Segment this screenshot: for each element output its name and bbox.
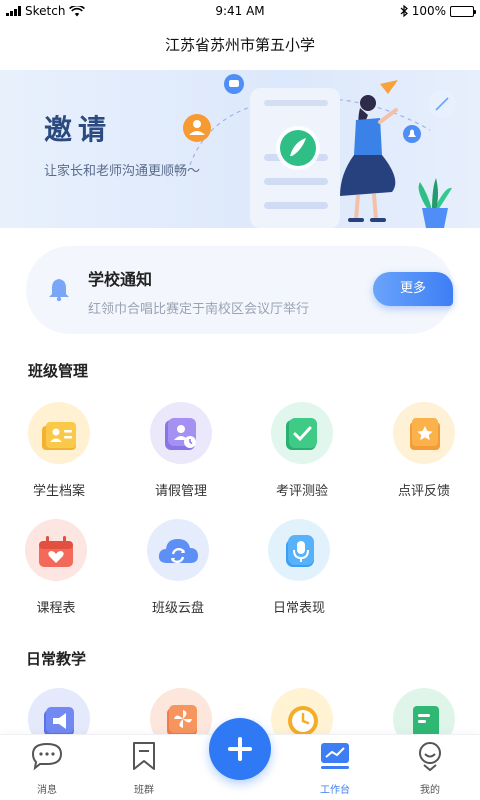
feedback-star-icon xyxy=(393,402,455,464)
grid-label: 学生档案 xyxy=(32,484,85,499)
tab-label: 工作台 xyxy=(320,785,350,796)
bluetooth-icon xyxy=(400,5,408,17)
grid-item-student-file[interactable]: 学生档案 xyxy=(9,402,109,499)
tab-class-group[interactable]: 班群 xyxy=(114,741,174,796)
grid-item-feedback[interactable]: 点评反馈 xyxy=(374,402,474,499)
grid-item-exam[interactable]: 考评测验 xyxy=(252,402,352,499)
battery-icon xyxy=(450,5,476,17)
status-bar: Sketch 9:41 AM 100% xyxy=(0,0,480,22)
battery-percent: 100% xyxy=(411,4,446,18)
school-notice-card[interactable]: 学校通知 红领巾合唱比赛定于南校区会议厅举行 更多 xyxy=(26,246,454,334)
invite-banner[interactable]: 邀请 让家长和老师沟通更顺畅～ xyxy=(0,70,480,228)
exam-icon xyxy=(271,402,333,464)
grid-label: 请假管理 xyxy=(154,484,207,499)
bell-icon xyxy=(49,279,69,302)
leave-management-icon xyxy=(150,402,212,464)
grid-label: 班级云盘 xyxy=(151,601,204,616)
notice-title: 学校通知 xyxy=(88,270,153,289)
microphone-icon xyxy=(268,519,330,581)
notice-text: 红领巾合唱比赛定于南校区会议厅举行 xyxy=(88,302,310,317)
bookmark-icon xyxy=(133,742,155,770)
grid-label: 点评反馈 xyxy=(397,484,450,499)
calendar-icon xyxy=(25,519,87,581)
grid-item-leave-management[interactable]: 请假管理 xyxy=(131,402,231,499)
tab-profile[interactable]: 我的 xyxy=(400,741,460,796)
grid-label: 日常表现 xyxy=(272,601,325,616)
grid-item-timetable[interactable]: 课程表 xyxy=(6,519,106,616)
student-file-icon xyxy=(28,402,90,464)
banner-title: 邀请 xyxy=(44,113,113,146)
cloud-sync-icon xyxy=(147,519,209,581)
grid-item-cloud-disk[interactable]: 班级云盘 xyxy=(128,519,228,616)
grid-label: 考评测验 xyxy=(275,484,328,499)
workbench-icon xyxy=(321,743,349,769)
message-icon xyxy=(31,742,63,771)
grid-item-daily-performance[interactable]: 日常表现 xyxy=(249,519,349,616)
banner-illustration xyxy=(183,74,456,228)
tab-label: 我的 xyxy=(420,785,440,796)
grid-label: 课程表 xyxy=(36,601,76,616)
tab-label: 班群 xyxy=(134,785,154,796)
more-button[interactable]: 更多 xyxy=(373,272,453,306)
section-title-class-management: 班级管理 xyxy=(28,362,89,380)
profile-icon xyxy=(419,742,441,772)
tab-workbench[interactable]: 工作台 xyxy=(305,741,365,796)
tab-label: 消息 xyxy=(37,785,57,796)
page-title: 江苏省苏州市第五小学 xyxy=(164,36,315,54)
add-button[interactable] xyxy=(209,718,271,780)
tab-messages[interactable]: 消息 xyxy=(17,741,77,796)
section-title-daily-teaching: 日常教学 xyxy=(26,650,87,668)
